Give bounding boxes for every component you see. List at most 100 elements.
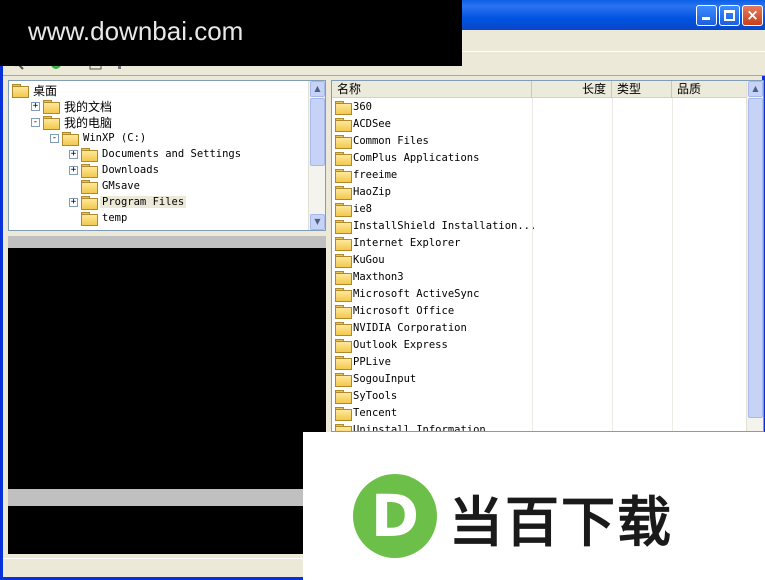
column-separator <box>532 353 533 370</box>
list-item[interactable]: ACDSee <box>332 115 747 132</box>
list-item-name: KuGou <box>353 253 385 266</box>
column-name[interactable]: 名称 <box>332 81 532 98</box>
folder-icon <box>335 304 352 319</box>
logo-mark: D <box>353 474 437 558</box>
tree-item[interactable]: - 我的电脑 <box>31 114 114 130</box>
column-separator <box>672 183 673 200</box>
tree-item[interactable]: + Documents and Settings <box>69 146 243 162</box>
tree-scrollbar[interactable]: ▲ ▼ <box>308 81 325 230</box>
column-type[interactable]: 类型 <box>612 81 672 98</box>
list-header: 名称 长度 类型 品质 <box>332 81 747 98</box>
folder-icon <box>335 423 352 431</box>
tree-item[interactable]: + 我的文档 <box>31 98 114 114</box>
list-item[interactable]: HaoZip <box>332 183 747 200</box>
list-item-name: Microsoft ActiveSync <box>353 287 480 300</box>
tree-item[interactable]: 桌面 <box>12 82 59 98</box>
folder-icon <box>335 117 352 132</box>
file-list[interactable]: 名称 长度 类型 品质 360 ACDSee Common Files ComPlus… <box>331 80 764 432</box>
splitter-lower[interactable] <box>8 489 326 506</box>
list-item[interactable]: Microsoft ActiveSync <box>332 285 747 302</box>
tree-item[interactable]: GMsave <box>69 178 142 194</box>
maximize-button[interactable] <box>719 5 740 26</box>
preview-pane <box>8 248 326 489</box>
splitter[interactable] <box>8 236 326 248</box>
scroll-up-icon[interactable]: ▲ <box>310 81 325 97</box>
list-scroll-up-icon[interactable]: ▲ <box>748 81 763 97</box>
list-scrollbar[interactable]: ▲ <box>746 81 763 431</box>
drive-icon <box>62 132 79 146</box>
folder-icon <box>335 134 352 149</box>
maximize-icon <box>724 10 735 21</box>
list-item[interactable]: Common Files <box>332 132 747 149</box>
expander-icon[interactable]: + <box>69 149 78 159</box>
column-separator <box>612 353 613 370</box>
column-separator <box>612 98 613 115</box>
column-separator <box>612 387 613 404</box>
list-item[interactable]: Maxthon3 <box>332 268 747 285</box>
folder-icon <box>43 100 60 114</box>
list-item[interactable]: Internet Explorer <box>332 234 747 251</box>
column-length[interactable]: 长度 <box>532 81 612 98</box>
list-item[interactable]: Outlook Express <box>332 336 747 353</box>
list-item[interactable]: NVIDIA Corporation <box>332 319 747 336</box>
column-quality[interactable]: 品质 <box>672 81 747 98</box>
list-item[interactable]: ie8 <box>332 200 747 217</box>
folder-icon <box>335 355 352 370</box>
list-item[interactable]: Microsoft Office <box>332 302 747 319</box>
tree-item[interactable]: + Downloads <box>69 162 161 178</box>
list-item-name: InstallShield Installation... <box>353 219 537 232</box>
list-item[interactable]: freeime <box>332 166 747 183</box>
list-item-name: Tencent <box>353 406 398 419</box>
folder-icon <box>81 148 98 162</box>
list-item-name: Outlook Express <box>353 338 448 351</box>
minimize-button[interactable] <box>696 5 717 26</box>
column-separator <box>672 251 673 268</box>
list-item[interactable]: InstallShield Installation... <box>332 217 747 234</box>
folder-tree[interactable]: 桌面 + 我的文档 - 我的电脑 - WinXP (C:) + Documents and Se… <box>8 80 326 231</box>
column-separator <box>672 336 673 353</box>
desktop-icon <box>12 84 29 98</box>
scroll-thumb[interactable] <box>310 98 325 166</box>
list-item[interactable]: Tencent <box>332 404 747 421</box>
tree-item-label: 我的文档 <box>64 99 113 114</box>
tree-item[interactable]: + Program Files <box>69 194 187 210</box>
column-separator <box>612 149 613 166</box>
expander-icon[interactable]: + <box>69 197 78 207</box>
list-item[interactable]: 360 <box>332 98 747 115</box>
expander-icon[interactable]: + <box>69 165 78 175</box>
column-separator <box>612 285 613 302</box>
expander-icon[interactable]: - <box>50 133 59 143</box>
watermark-url: www.downbai.com <box>28 16 244 46</box>
list-scroll-thumb[interactable] <box>748 98 763 418</box>
tree-item-label: WinXP (C:) <box>83 132 147 144</box>
folder-icon <box>43 116 60 130</box>
list-item-name: HaoZip <box>353 185 391 198</box>
tree-item[interactable]: - WinXP (C:) <box>50 130 148 146</box>
column-separator <box>672 149 673 166</box>
tree-item-label: 桌面 <box>33 83 58 98</box>
list-item[interactable]: ComPlus Applications <box>332 149 747 166</box>
expander-icon[interactable]: + <box>31 101 40 111</box>
list-item[interactable]: PPLive <box>332 353 747 370</box>
column-separator <box>532 285 533 302</box>
list-item-name: freeime <box>353 168 398 181</box>
expander-icon[interactable]: - <box>31 117 40 127</box>
column-separator <box>532 336 533 353</box>
column-separator <box>672 132 673 149</box>
tree-item-label: Downloads <box>102 164 159 176</box>
tree-item[interactable]: temp <box>69 210 129 226</box>
list-item[interactable]: SyTools <box>332 387 747 404</box>
list-item[interactable]: KuGou <box>332 251 747 268</box>
column-separator <box>532 132 533 149</box>
watermark-banner: www.downbai.com <box>0 0 462 66</box>
folder-icon <box>81 212 98 226</box>
list-item[interactable]: SogouInput <box>332 370 747 387</box>
column-separator <box>612 200 613 217</box>
folder-icon <box>335 372 352 387</box>
list-item[interactable]: Uninstall Information <box>332 421 747 431</box>
column-separator <box>532 200 533 217</box>
scroll-down-icon[interactable]: ▼ <box>310 214 325 230</box>
folder-icon <box>335 338 352 353</box>
close-button[interactable]: × <box>742 5 763 26</box>
column-separator <box>672 200 673 217</box>
